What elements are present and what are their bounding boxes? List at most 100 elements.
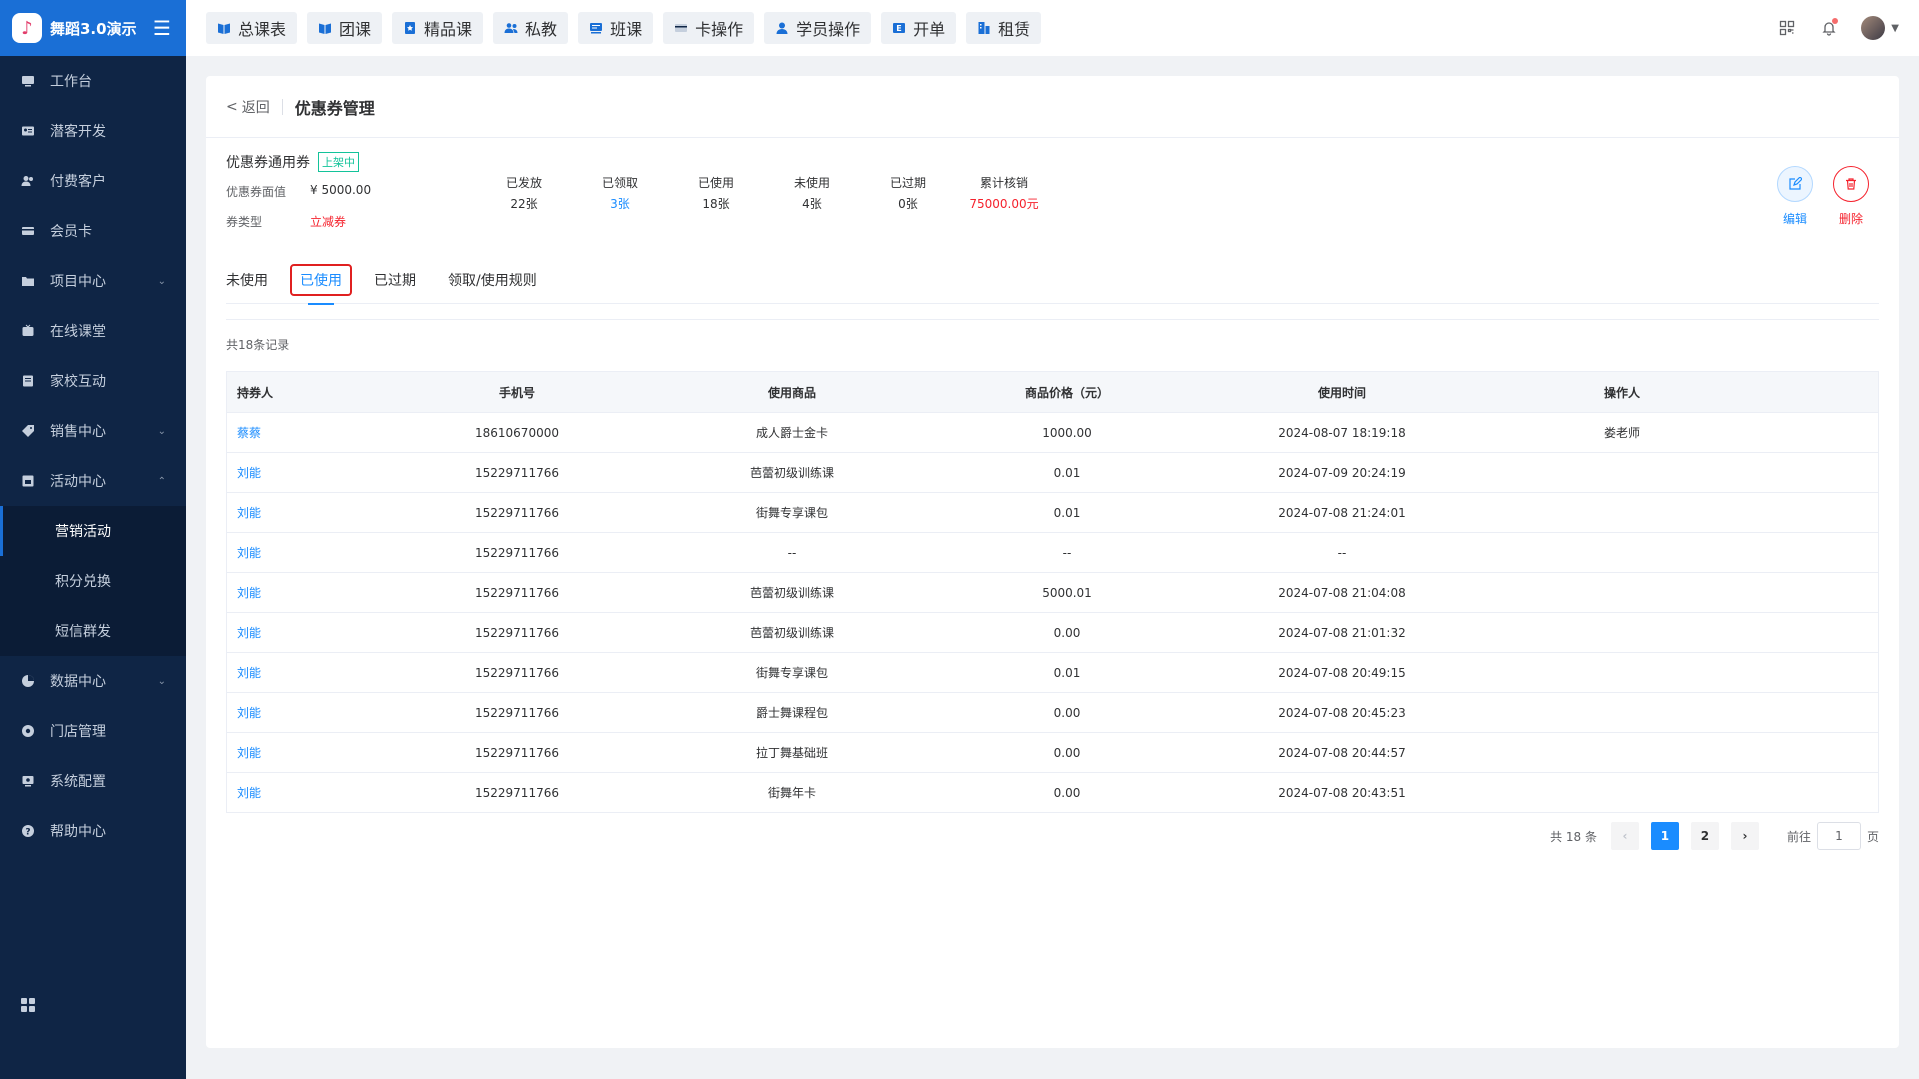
- column-header: 持券人: [237, 385, 274, 400]
- holder-link[interactable]: 刘能: [227, 624, 397, 641]
- table-cell: 15229711766: [475, 665, 559, 680]
- sidebar-item-label: 销售中心: [50, 424, 106, 440]
- bell-icon[interactable]: [1819, 18, 1839, 38]
- goto-page-input[interactable]: [1816, 822, 1861, 850]
- coupon-stats: 已发放 22张 已领取 3张 已使用 18张 未使用 4张 已过期 0张 累计核销 75000.00元: [476, 174, 1052, 212]
- table-row: 刘能 15229711766 街舞专享课包 0.01 2024-07-08 21:24:…: [227, 493, 1878, 533]
- card-icon: [20, 223, 36, 239]
- table-row: 刘能 15229711766 芭蕾初级训练课 0.01 2024-07-09 20:24…: [227, 453, 1878, 493]
- coupon-name-text: 优惠券通用券: [226, 155, 310, 171]
- menu-toggle-icon[interactable]: ☰: [150, 16, 174, 40]
- column-header: 手机号: [498, 385, 535, 400]
- table-cell: 2024-07-08 21:04:08: [1278, 585, 1406, 600]
- top-nav-button-1[interactable]: 团课: [307, 12, 383, 44]
- sidebar-item-label: 短信群发: [55, 624, 111, 640]
- edit-button[interactable]: 编辑: [1767, 166, 1823, 227]
- sidebar-item-9[interactable]: 营销活动: [0, 506, 186, 556]
- trash-icon[interactable]: [1833, 166, 1869, 202]
- delete-button[interactable]: 删除: [1823, 166, 1879, 227]
- stat-item: 未使用 4张: [764, 174, 860, 212]
- holder-link[interactable]: 刘能: [227, 664, 397, 681]
- holder-link[interactable]: 蔡蔡: [227, 424, 397, 441]
- usage-records-table: 持券人 手机号 使用商品 商品价格（元） 使用时间 操作人 蔡蔡 18610670000 成人爵…: [226, 371, 1879, 813]
- sidebar-item-12[interactable]: 数据中心 ⌄: [0, 656, 186, 706]
- holder-link[interactable]: 刘能: [227, 784, 397, 801]
- top-nav-label: 租赁: [998, 20, 1031, 39]
- table-cell: 0.00: [1053, 785, 1081, 800]
- table-cell: 15229711766: [475, 705, 559, 720]
- tab-label: 领取/使用规则: [448, 272, 537, 289]
- sidebar-item-8[interactable]: 活动中心 ⌃: [0, 456, 186, 506]
- page-button[interactable]: 1: [1650, 822, 1679, 850]
- table-cell: 芭蕾初级训练课: [749, 626, 834, 640]
- holder-link[interactable]: 刘能: [227, 704, 397, 721]
- stat-value[interactable]: 3张: [572, 195, 668, 212]
- edit-icon[interactable]: [1777, 166, 1813, 202]
- top-nav-button-0[interactable]: 总课表: [206, 12, 298, 44]
- coupon-name: 优惠券通用券 上架中: [226, 152, 359, 172]
- top-nav-button-7[interactable]: E 开单: [881, 12, 957, 44]
- top-nav-button-5[interactable]: 卡操作: [663, 12, 755, 44]
- caret-down-icon[interactable]: ▼: [1891, 23, 1899, 34]
- tab-3[interactable]: 领取/使用规则: [448, 256, 537, 304]
- top-nav-button-8[interactable]: 租赁: [966, 12, 1042, 44]
- prev-page-button[interactable]: ‹: [1610, 822, 1639, 850]
- sidebar-item-15[interactable]: ? 帮助中心: [0, 806, 186, 856]
- table-cell: 0.01: [1053, 465, 1081, 480]
- tab-1[interactable]: 已使用: [290, 256, 352, 305]
- holder-link[interactable]: 刘能: [227, 464, 397, 481]
- brand-name: 舞蹈3.0演示: [50, 19, 137, 38]
- goto-page: 前往 页: [1787, 822, 1879, 850]
- coupon-type-label: 券类型: [226, 215, 263, 229]
- holder-link[interactable]: 刘能: [227, 584, 397, 601]
- top-nav-button-4[interactable]: 班课: [578, 12, 654, 44]
- page-suffix: 页: [1866, 829, 1879, 844]
- top-nav-button-2[interactable]: 精品课: [392, 12, 484, 44]
- sidebar-item-5[interactable]: 在线课堂: [0, 306, 186, 356]
- tab-2[interactable]: 已过期: [374, 256, 416, 304]
- top-nav-label: 卡操作: [695, 20, 744, 39]
- page-numbers: 12: [1650, 822, 1731, 850]
- top-nav-button-3[interactable]: 私教: [493, 12, 569, 44]
- table-cell: 0.00: [1053, 625, 1081, 640]
- sidebar-item-3[interactable]: 会员卡: [0, 206, 186, 256]
- sidebar-item-4[interactable]: 项目中心 ⌄: [0, 256, 186, 306]
- sidebar-item-11[interactable]: 短信群发: [0, 606, 186, 656]
- pagination-total: 共 18 条: [1550, 829, 1597, 844]
- sidebar-item-0[interactable]: 工作台: [0, 56, 186, 106]
- qrcode-icon[interactable]: [1777, 18, 1797, 38]
- back-button[interactable]: < 返回: [226, 97, 270, 117]
- card-icon: [674, 21, 688, 35]
- apps-grid-icon[interactable]: [20, 997, 36, 1013]
- sidebar-item-1[interactable]: 潜客开发: [0, 106, 186, 156]
- pie-icon: [20, 673, 36, 689]
- sidebar-item-2[interactable]: 付费客户: [0, 156, 186, 206]
- holder-link[interactable]: 刘能: [227, 504, 397, 521]
- folder-icon: [20, 273, 36, 289]
- sidebar-item-6[interactable]: 家校互动: [0, 356, 186, 406]
- stat-item: 已过期 0张: [860, 174, 956, 212]
- tab-0[interactable]: 未使用: [226, 256, 268, 304]
- column-header: 使用商品: [767, 385, 816, 400]
- user-avatar[interactable]: [1861, 16, 1886, 40]
- page-button[interactable]: 2: [1690, 822, 1719, 850]
- table-cell: 15229711766: [475, 545, 559, 560]
- table-cell: 0.00: [1053, 705, 1081, 720]
- table-row: 刘能 15229711766 芭蕾初级训练课 5000.01 2024-07-08 21…: [227, 573, 1878, 613]
- sidebar-item-14[interactable]: 系统配置: [0, 756, 186, 806]
- chevron-down-icon: ⌄: [157, 675, 166, 687]
- top-nav-button-6[interactable]: 学员操作: [764, 12, 872, 44]
- users-icon: [20, 173, 36, 189]
- sidebar-item-13[interactable]: 门店管理: [0, 706, 186, 756]
- sidebar-item-7[interactable]: 销售中心 ⌄: [0, 406, 186, 456]
- table-cell: 2024-07-08 20:49:15: [1278, 665, 1406, 680]
- holder-link[interactable]: 刘能: [227, 744, 397, 761]
- book-icon: [20, 373, 36, 389]
- sidebar-item-10[interactable]: 积分兑换: [0, 556, 186, 606]
- sidebar-item-label: 项目中心: [50, 274, 106, 290]
- holder-link[interactable]: 刘能: [227, 544, 397, 561]
- top-nav: 总课表 团课 精品课 私教 班课 卡操作 学员操作 E 开单 租赁 ▼: [186, 0, 1919, 56]
- next-page-button[interactable]: ›: [1730, 822, 1759, 850]
- chevron-down-icon: ⌄: [157, 275, 166, 287]
- record-count: 共18条记录: [226, 338, 290, 352]
